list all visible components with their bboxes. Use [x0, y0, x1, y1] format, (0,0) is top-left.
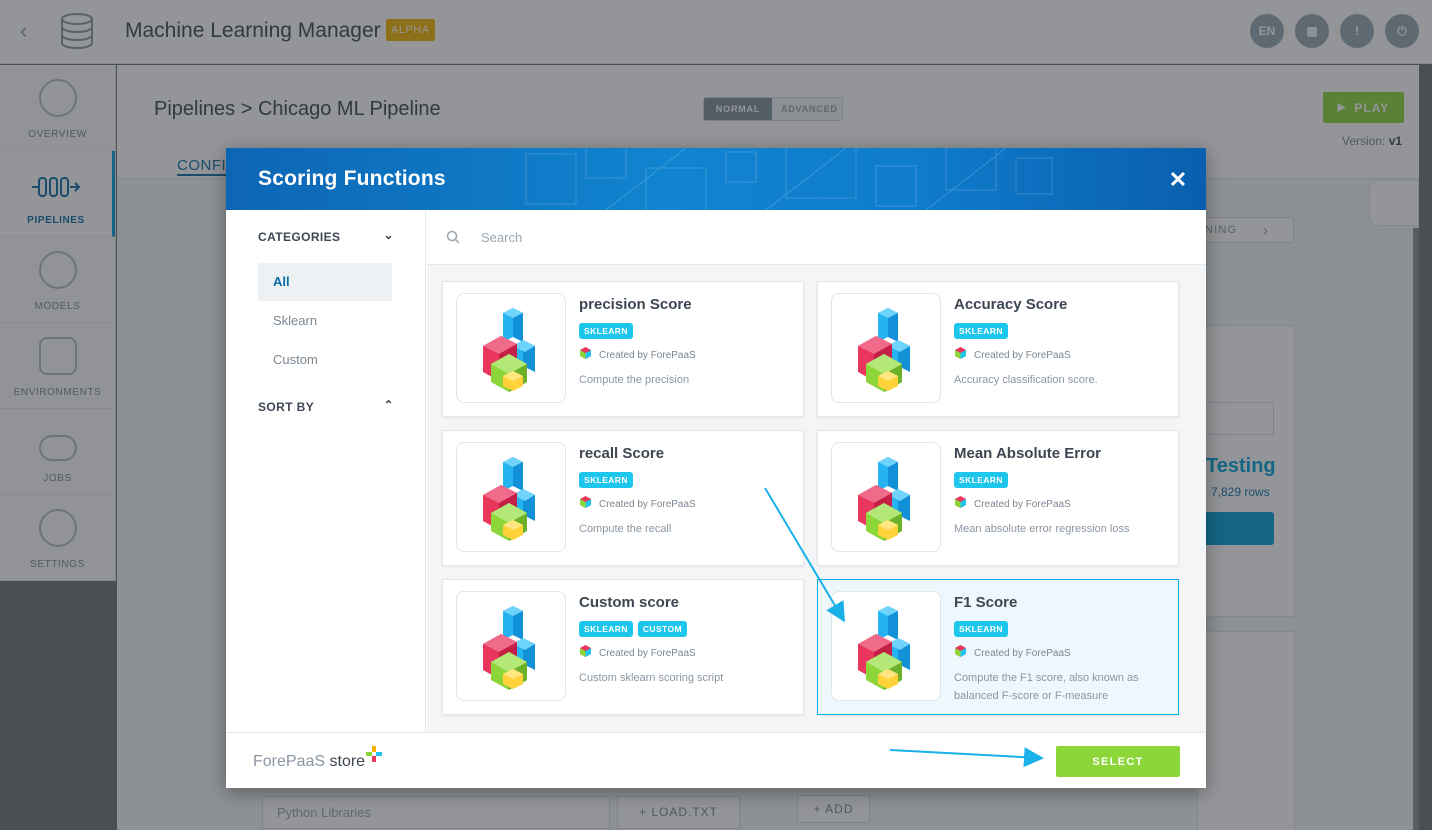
- close-icon[interactable]: ✕: [1166, 168, 1190, 192]
- tag-list: SKLEARN: [954, 323, 1008, 339]
- creator-text: Created by ForePaaS: [974, 349, 1071, 361]
- plus-mark-icon: [366, 746, 382, 762]
- function-card[interactable]: F1 Score SKLEARN Created by ForePaaS Compu…: [817, 579, 1179, 715]
- search-input[interactable]: [481, 226, 981, 248]
- creator-line: Created by ForePaaS: [954, 347, 1071, 363]
- tag-badge: SKLEARN: [954, 323, 1008, 339]
- tag-badge: CUSTOM: [637, 621, 687, 637]
- cubes-logo-icon: [831, 442, 941, 552]
- cubes-logo-icon: [456, 442, 566, 552]
- tag-badge: SKLEARN: [954, 621, 1008, 637]
- function-description: Accuracy classification score.: [954, 374, 1098, 386]
- forepaas-logo-icon: [954, 496, 967, 512]
- tag-badge: SKLEARN: [954, 472, 1008, 488]
- function-name: Accuracy Score: [954, 296, 1068, 313]
- creator-line: Created by ForePaaS: [954, 496, 1071, 512]
- chevron-down-icon: ⌄: [383, 228, 394, 242]
- cubes-logo-icon: [456, 591, 566, 701]
- search-bar: [427, 210, 1206, 265]
- creator-line: Created by ForePaaS: [579, 347, 696, 363]
- brand-suffix: store: [329, 753, 366, 770]
- modal-header: Scoring Functions ✕: [226, 148, 1206, 210]
- category-custom[interactable]: Custom: [258, 341, 392, 379]
- tag-list: SKLEARN: [579, 323, 633, 339]
- forepaas-logo-icon: [954, 645, 967, 661]
- function-name: Mean Absolute Error: [954, 445, 1101, 462]
- tag-badge: SKLEARN: [579, 472, 633, 488]
- forepaas-logo-icon: [954, 347, 967, 363]
- tag-list: SKLEARN: [954, 621, 1008, 637]
- scoring-functions-modal: Scoring Functions ✕ CATEGORIES ⌄ All Skl…: [226, 148, 1206, 788]
- modal-title: Scoring Functions: [258, 167, 446, 190]
- cubes-logo-icon: [831, 591, 941, 701]
- function-description: Mean absolute error regression loss: [954, 523, 1130, 535]
- modal-filter-sidebar: CATEGORIES ⌄ All Sklearn Custom SORT BY …: [226, 210, 426, 732]
- forepaas-store-logo: ForePaaS store: [253, 753, 365, 771]
- category-all[interactable]: All: [258, 263, 392, 301]
- forepaas-logo-icon: [579, 645, 592, 661]
- forepaas-logo-icon: [579, 347, 592, 363]
- sort-by-label: SORT BY: [258, 400, 315, 414]
- function-name: Custom score: [579, 594, 680, 611]
- creator-line: Created by ForePaaS: [579, 496, 696, 512]
- modal-footer: ForePaaS store SELECT: [226, 732, 1206, 788]
- function-card[interactable]: Accuracy Score SKLEARN Created by ForePaa…: [817, 281, 1179, 417]
- brand-name: ForePaaS: [253, 753, 326, 770]
- search-icon: [446, 230, 460, 244]
- creator-text: Created by ForePaaS: [974, 498, 1071, 510]
- chevron-up-icon: ⌃: [383, 398, 394, 412]
- function-description: Compute the F1 score, also known as bala…: [954, 672, 1139, 702]
- select-button[interactable]: SELECT: [1056, 746, 1180, 777]
- tag-badge: SKLEARN: [579, 621, 633, 637]
- creator-text: Created by ForePaaS: [599, 349, 696, 361]
- cubes-logo-icon: [456, 293, 566, 403]
- tag-list: SKLEARN: [579, 472, 633, 488]
- category-sklearn[interactable]: Sklearn: [258, 302, 392, 340]
- tag-list: SKLEARN CUSTOM: [579, 621, 687, 637]
- function-name: F1 Score: [954, 594, 1018, 611]
- function-card[interactable]: precision Score SKLEARN Created by ForePa…: [442, 281, 804, 417]
- function-card[interactable]: recall Score SKLEARN Created by ForePaaS C…: [442, 430, 804, 566]
- function-description: Compute the precision: [579, 374, 690, 386]
- creator-line: Created by ForePaaS: [579, 645, 696, 661]
- forepaas-logo-icon: [579, 496, 592, 512]
- function-card[interactable]: Custom score SKLEARN CUSTOM Created by For…: [442, 579, 804, 715]
- tag-list: SKLEARN: [954, 472, 1008, 488]
- function-card[interactable]: Mean Absolute Error SKLEARN Created by Fo…: [817, 430, 1179, 566]
- function-description: Compute the recall: [579, 523, 672, 535]
- function-name: precision Score: [579, 296, 692, 313]
- creator-line: Created by ForePaaS: [954, 645, 1071, 661]
- creator-text: Created by ForePaaS: [974, 647, 1071, 659]
- tag-badge: SKLEARN: [579, 323, 633, 339]
- functions-grid: precision Score SKLEARN Created by ForePa…: [427, 265, 1206, 732]
- function-description: Custom sklearn scoring script: [579, 672, 724, 684]
- categories-label: CATEGORIES: [258, 230, 341, 244]
- creator-text: Created by ForePaaS: [599, 647, 696, 659]
- cubes-logo-icon: [831, 293, 941, 403]
- sort-by-header[interactable]: SORT BY ⌃: [258, 398, 394, 414]
- function-name: recall Score: [579, 445, 665, 462]
- categories-header[interactable]: CATEGORIES ⌄: [258, 228, 394, 244]
- creator-text: Created by ForePaaS: [599, 498, 696, 510]
